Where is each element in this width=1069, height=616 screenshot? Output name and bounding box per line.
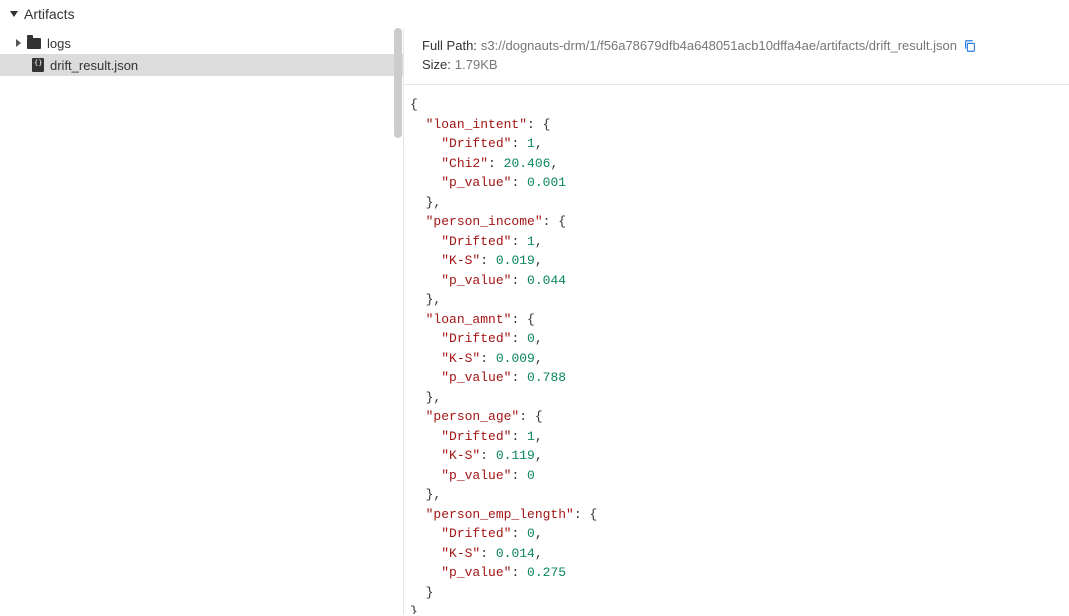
folder-label: logs [47, 36, 71, 51]
section-header[interactable]: Artifacts [0, 0, 1069, 28]
full-path-row: Full Path: s3://dognauts-drm/1/f56a78679d… [422, 38, 1051, 53]
file-tree-sidebar: logs drift_result.json [0, 28, 404, 614]
size-value: 1.79KB [455, 57, 498, 72]
file-label: drift_result.json [50, 58, 138, 73]
json-viewer[interactable]: { "loan_intent": { "Drifted": 1, "Chi2":… [404, 85, 1069, 614]
full-path-label: Full Path: [422, 38, 477, 53]
folder-icon [27, 38, 41, 49]
file-details-header: Full Path: s3://dognauts-drm/1/f56a78679d… [404, 28, 1069, 85]
section-title: Artifacts [24, 6, 75, 22]
sidebar-scrollbar[interactable] [393, 28, 403, 614]
caret-down-icon [10, 11, 18, 17]
content-pane: Full Path: s3://dognauts-drm/1/f56a78679d… [404, 28, 1069, 614]
size-row: Size: 1.79KB [422, 57, 1051, 72]
tree-folder-logs[interactable]: logs [0, 32, 403, 54]
full-path-value: s3://dognauts-drm/1/f56a78679dfb4a648051… [481, 38, 957, 53]
main-area: logs drift_result.json Full Path: s3://do… [0, 28, 1069, 614]
json-file-icon [32, 58, 44, 72]
caret-right-icon [16, 39, 21, 47]
sidebar-scrollbar-thumb[interactable] [394, 28, 402, 138]
copy-icon[interactable] [963, 39, 977, 53]
size-label: Size: [422, 57, 451, 72]
tree-file-drift-result[interactable]: drift_result.json [0, 54, 403, 76]
